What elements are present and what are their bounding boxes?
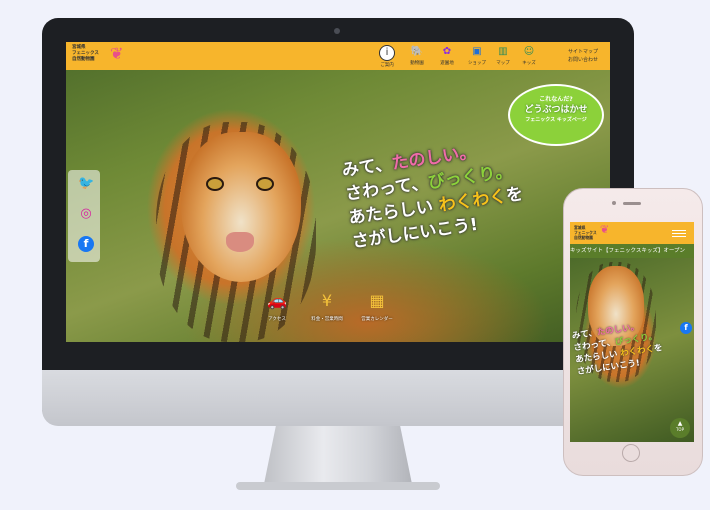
yen-clock-icon: ¥: [321, 291, 333, 310]
top-label: TOP: [675, 427, 684, 432]
site-logo[interactable]: 宮城県 フェニックス 自然動物園 ❦: [72, 44, 130, 67]
hamburger-menu-icon[interactable]: [672, 228, 686, 238]
flamingo-icon: ❦: [600, 223, 610, 236]
badge-line-2: どうぶつはかせ: [524, 105, 588, 115]
imac-stand: [264, 426, 412, 484]
nav-item-map[interactable]: ▥ マップ: [490, 45, 516, 66]
imac-foot: [236, 482, 440, 490]
tiger-eye-right: [256, 177, 274, 191]
news-ticker[interactable]: キッズサイト【フェニックスキッズ】オープン: [570, 244, 694, 258]
slogan-text: を: [504, 184, 525, 207]
nav-item-kids[interactable]: ☺ キッズ: [516, 45, 542, 66]
tiger-face: [181, 132, 301, 282]
nav-label: 動物園: [410, 61, 424, 66]
twitter-icon[interactable]: 🐦: [78, 176, 94, 192]
badge-line-3: フェニックス キッズページ: [525, 117, 587, 123]
map-icon: ▥: [498, 46, 508, 57]
tiger-nose: [226, 232, 254, 252]
nav-label: キッズ: [522, 61, 536, 66]
car-icon: 🚗: [267, 291, 287, 310]
calendar-label: 営業カレンダー: [361, 317, 393, 322]
mobile-screen: 宮城県 フェニックス 自然動物園 ❦ キッズサイト【フェニックスキッズ】オープン…: [570, 222, 694, 442]
utility-links: サイトマップ お問い合わせ: [560, 48, 606, 64]
nav-label: マップ: [496, 61, 510, 66]
nav-item-amusement[interactable]: ✿ 遊園地: [434, 45, 460, 66]
mobile-logo[interactable]: 宮城県 フェニックス 自然動物園 ❦: [574, 223, 614, 240]
access-link[interactable]: 🚗 アクセス: [256, 288, 298, 322]
calendar-link[interactable]: ▦ 営業カレンダー: [356, 288, 398, 322]
contact-link[interactable]: お問い合わせ: [560, 56, 606, 64]
kids-icon: ☺: [523, 46, 535, 57]
fees-hours-link[interactable]: ¥ 料金・営業時間: [306, 288, 348, 322]
phone-speaker: [623, 202, 641, 205]
site-header: 宮城県 フェニックス 自然動物園 ❦ i ご案内 🐘 動物園 ✿ 遊園地 ▣ シ…: [66, 42, 610, 70]
nav-label: ご案内: [380, 63, 394, 68]
fees-hours-label: 料金・営業時間: [311, 317, 343, 322]
phone-camera: [612, 201, 616, 205]
shop-bag-icon: ▣: [472, 46, 482, 57]
imac-camera: [334, 28, 340, 34]
facebook-icon[interactable]: f: [78, 236, 94, 252]
calendar-icon: ▦: [369, 291, 385, 310]
slogan-text: を: [653, 343, 664, 355]
desktop-screen: 宮城県 フェニックス 自然動物園 ❦ i ご案内 🐘 動物園 ✿ 遊園地 ▣ シ…: [66, 42, 610, 342]
flamingo-icon: ❦: [110, 44, 124, 63]
info-icon: i: [379, 45, 395, 61]
instagram-icon[interactable]: ◎: [78, 206, 94, 222]
nav-label: 遊園地: [440, 61, 454, 66]
back-to-top-button[interactable]: ▲ TOP: [670, 418, 690, 438]
elephant-icon: 🐘: [410, 46, 424, 57]
badge-line-1: これなんだ?: [539, 96, 573, 103]
mobile-header: 宮城県 フェニックス 自然動物園 ❦: [570, 222, 694, 244]
nav-item-shop[interactable]: ▣ ショップ: [464, 45, 490, 66]
apple-logo-icon: [328, 382, 348, 406]
sitemap-link[interactable]: サイトマップ: [560, 48, 606, 56]
social-links: 🐦 ◎ f: [68, 170, 100, 262]
nav-item-guide[interactable]: i ご案内: [374, 45, 400, 68]
tiger-eye-left: [206, 177, 224, 191]
phone-home-button: [622, 444, 640, 462]
flower-icon: ✿: [442, 46, 452, 57]
access-label: アクセス: [268, 317, 286, 322]
nav-item-zoo[interactable]: 🐘 動物園: [404, 45, 430, 66]
nav-label: ショップ: [468, 61, 486, 66]
